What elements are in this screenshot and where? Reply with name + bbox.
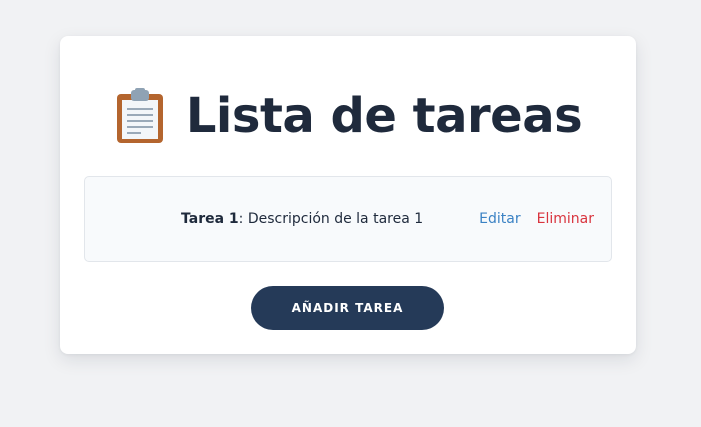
edit-link[interactable]: Editar xyxy=(479,209,520,229)
task-card: Lista de tareas Tarea 1: Descripción de … xyxy=(60,36,636,354)
title-row: Lista de tareas xyxy=(60,86,636,146)
task-description: Descripción de la tarea 1 xyxy=(247,211,424,227)
page-title: Lista de tareas xyxy=(185,88,583,144)
delete-link[interactable]: Eliminar xyxy=(537,209,594,229)
add-task-button[interactable]: AÑADIR TAREA xyxy=(251,286,444,330)
task-separator: : xyxy=(238,211,248,227)
task-name: Tarea 1 xyxy=(181,211,239,227)
task-list: Tarea 1: Descripción de la tarea 1 Edita… xyxy=(84,176,612,262)
task-text: Tarea 1: Descripción de la tarea 1 xyxy=(181,209,423,229)
list-item: Tarea 1: Descripción de la tarea 1 Edita… xyxy=(84,176,612,262)
task-actions: Editar Eliminar xyxy=(479,209,594,229)
clipboard-icon xyxy=(114,88,166,144)
